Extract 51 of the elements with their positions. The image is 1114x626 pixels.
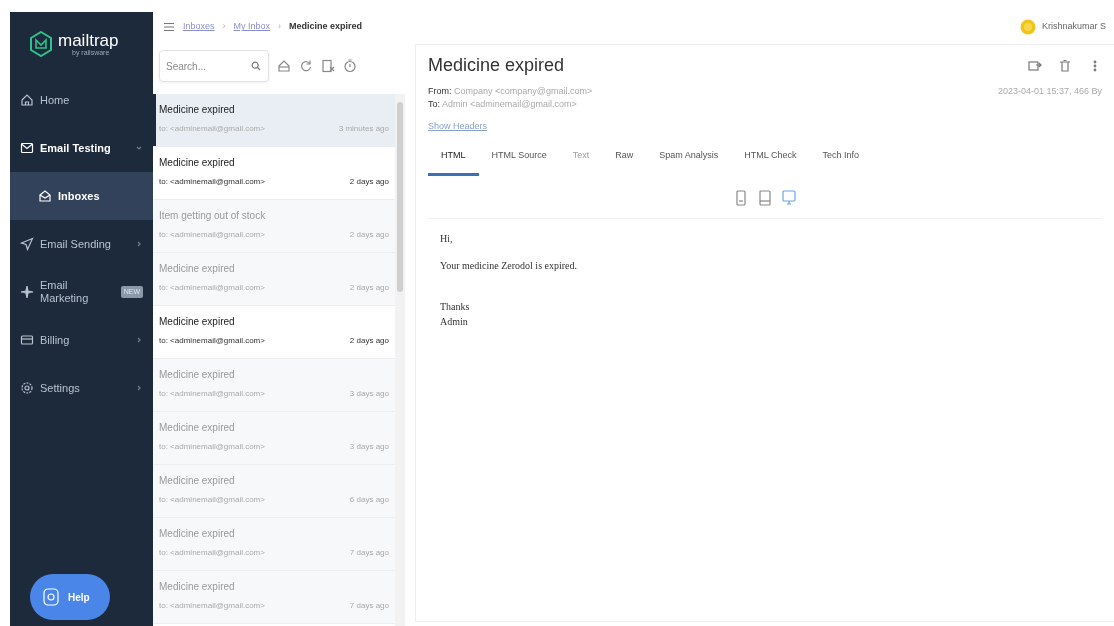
search-field[interactable]: Search... bbox=[159, 50, 269, 82]
help-button[interactable]: Help bbox=[30, 574, 110, 620]
body-text: Hi, bbox=[440, 231, 454, 246]
email-subject: Medicine expired bbox=[159, 103, 236, 117]
email-recipient: to: <adminemail@gmail.com> bbox=[159, 176, 265, 188]
email-time: 3 days ago bbox=[349, 441, 389, 453]
breadcrumb-current: Medicine expired bbox=[289, 20, 363, 34]
email-subject: Medicine expired bbox=[159, 580, 236, 594]
email-subject: Medicine expired bbox=[159, 421, 236, 435]
email-time: 3 days ago bbox=[349, 388, 389, 400]
recipient-address: Admin <adminemail@gmail.com> bbox=[442, 99, 577, 110]
email-subject: Medicine expired bbox=[159, 315, 236, 329]
email-time: 2 days ago bbox=[349, 335, 389, 347]
nav-item[interactable]: Home bbox=[10, 76, 153, 124]
breadcrumb-separator: › bbox=[278, 20, 282, 34]
email-time: 2 days ago bbox=[349, 229, 389, 241]
email-time: 7 days ago bbox=[349, 600, 389, 612]
to-label: To: bbox=[428, 99, 440, 110]
nav-item[interactable]: Inboxes bbox=[10, 172, 153, 220]
tab[interactable]: HTML Check bbox=[731, 143, 810, 176]
email-subject: Medicine expired bbox=[159, 156, 236, 170]
email-time: 2 days ago bbox=[349, 176, 389, 188]
tab[interactable]: Spam Analysis bbox=[646, 143, 732, 176]
message-meta: 2023-04-01 15:37, 466 By bbox=[997, 84, 1102, 98]
email-subject: Item getting out of stock bbox=[159, 209, 267, 223]
email-time: 2 days ago bbox=[349, 282, 389, 294]
nav-item[interactable]: Billing bbox=[10, 316, 153, 364]
nav-item[interactable]: Email Testing bbox=[10, 124, 153, 172]
sender-address: Company <company@gmail.com> bbox=[454, 85, 593, 96]
email-time: 7 days ago bbox=[349, 547, 389, 559]
tab[interactable]: Raw bbox=[602, 143, 647, 176]
nav-item[interactable]: Settings bbox=[10, 364, 153, 412]
email-subject: Medicine expired bbox=[159, 474, 236, 488]
body-text: Your medicine Zerodol is expired. bbox=[440, 258, 578, 273]
body-text: Thanks bbox=[440, 299, 471, 314]
breadcrumb-separator: › bbox=[222, 20, 226, 34]
email-time: 6 days ago bbox=[349, 494, 389, 506]
email-subject: Medicine expired bbox=[159, 368, 236, 382]
tab[interactable]: HTML Source bbox=[478, 143, 560, 176]
from-label: From: bbox=[428, 85, 452, 96]
tab[interactable]: Tech Info bbox=[809, 143, 872, 176]
body-text: Admin bbox=[440, 314, 469, 329]
email-time: 3 minutes ago bbox=[338, 123, 389, 135]
email-subject: Medicine expired bbox=[159, 262, 236, 276]
logo-text: mailtrap bbox=[58, 32, 119, 49]
tab[interactable]: HTML bbox=[428, 143, 479, 176]
user-name[interactable]: Krishnakumar S bbox=[1041, 20, 1106, 34]
nav-item[interactable]: Email Sending bbox=[10, 220, 153, 268]
email-subject: Medicine expired bbox=[159, 527, 236, 541]
email-recipient: to: <adminemail@gmail.com> bbox=[159, 335, 265, 347]
message-subject: Medicine expired bbox=[428, 55, 566, 77]
